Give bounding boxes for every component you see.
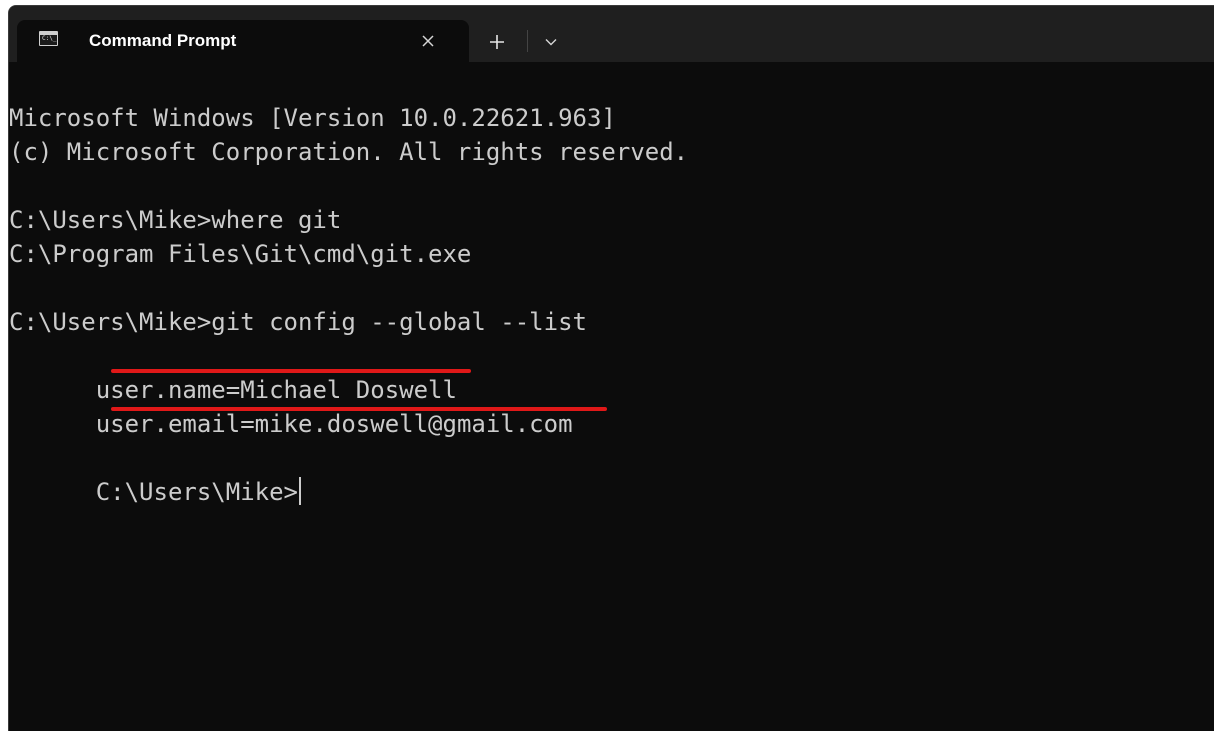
close-tab-button[interactable]	[415, 28, 441, 54]
console-line: C:\Program Files\Git\cmd\git.exe	[9, 240, 472, 268]
console-line: (c) Microsoft Corporation. All rights re…	[9, 138, 689, 166]
console-prompt-line: C:\Users\Mike>	[9, 441, 301, 506]
close-icon	[422, 35, 434, 47]
console-line: Microsoft Windows [Version 10.0.22621.96…	[9, 104, 616, 132]
text-cursor	[299, 477, 301, 505]
console-line: C:\Users\Mike>where git	[9, 206, 342, 234]
config-key-prefix: user.	[95, 410, 168, 438]
new-tab-dropdown-button[interactable]	[539, 30, 563, 54]
console-line-user-email: user.email=mike.doswell@gmail.com	[9, 373, 573, 438]
tab-title: Command Prompt	[89, 31, 237, 50]
tab-separator	[527, 30, 528, 52]
console-line: C:\Users\Mike>git config --global --list	[9, 308, 587, 336]
plus-icon	[490, 35, 504, 49]
chevron-down-icon	[545, 39, 557, 46]
cmd-icon: C:\_	[39, 31, 58, 46]
tab-bar: C:\_ Command Prompt	[9, 6, 1214, 62]
tab-command-prompt[interactable]: C:\_ Command Prompt	[17, 20, 469, 62]
user-email-value: email=mike.doswell@gmail.com	[167, 410, 573, 438]
console-output[interactable]: Microsoft Windows [Version 10.0.22621.96…	[9, 62, 1214, 731]
new-tab-button[interactable]	[483, 28, 511, 56]
command-prompt: C:\Users\Mike>	[95, 478, 298, 506]
red-underline-annotation	[111, 407, 607, 411]
console-line-user-name: user.name=Michael Doswell	[9, 339, 457, 404]
terminal-window: C:\_ Command Prompt Microsoft Windows [V…	[8, 5, 1214, 731]
